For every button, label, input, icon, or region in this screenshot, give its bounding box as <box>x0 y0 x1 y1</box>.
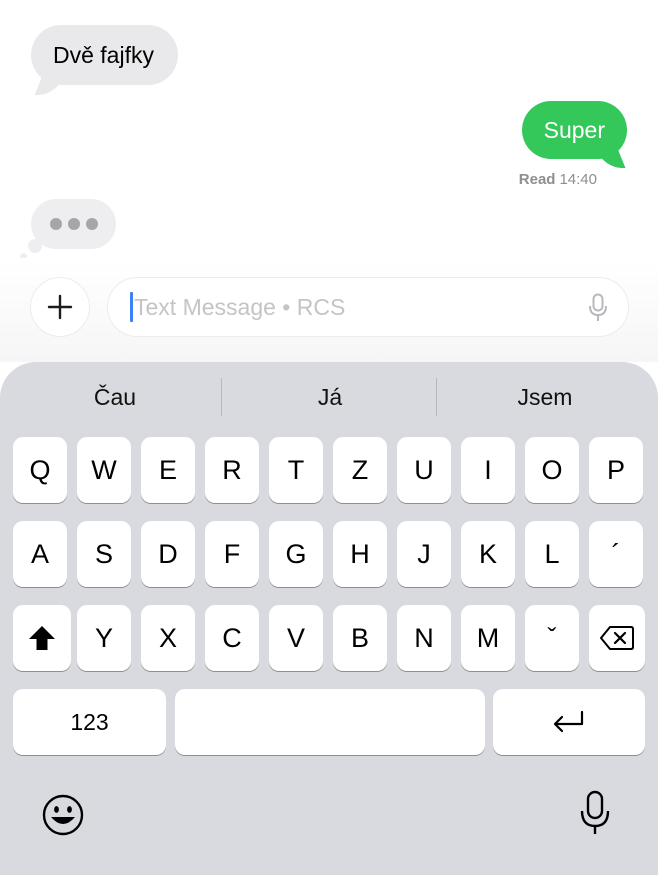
suggestion-2[interactable]: Já <box>222 362 438 432</box>
key-z[interactable]: Z <box>333 437 387 503</box>
typing-dot <box>85 218 98 230</box>
key-n[interactable]: N <box>397 605 451 671</box>
key-i[interactable]: I <box>461 437 515 503</box>
backspace-key[interactable] <box>589 605 645 671</box>
emoji-icon <box>42 794 84 836</box>
incoming-message-text: Dvě fajfky <box>53 41 154 68</box>
key-x[interactable]: X <box>141 605 195 671</box>
backspace-icon <box>600 626 634 650</box>
shift-icon <box>29 626 55 650</box>
keyboard: Čau Já Jsem Q W E R T Z U I O P A S D F … <box>0 362 658 875</box>
key-k[interactable]: K <box>461 521 515 587</box>
key-s[interactable]: S <box>77 521 131 587</box>
key-e[interactable]: E <box>141 437 195 503</box>
key-u[interactable]: U <box>397 437 451 503</box>
return-key[interactable] <box>493 689 645 755</box>
key-c[interactable]: C <box>205 605 259 671</box>
plus-icon <box>47 294 73 320</box>
key-h[interactable]: H <box>333 521 387 587</box>
dictation-button[interactable] <box>588 293 608 328</box>
incoming-bubble-tail <box>34 73 66 95</box>
key-t[interactable]: T <box>269 437 323 503</box>
dictation-key[interactable] <box>579 790 611 841</box>
space-bar[interactable] <box>175 689 485 755</box>
key-d[interactable]: D <box>141 521 195 587</box>
incoming-message-bubble[interactable]: Dvě fajfky <box>31 25 178 95</box>
microphone-icon <box>580 790 610 834</box>
suggestion-bar: Čau Já Jsem <box>0 362 658 432</box>
microphone-icon <box>589 293 607 321</box>
key-q[interactable]: Q <box>13 437 67 503</box>
key-j[interactable]: J <box>397 521 451 587</box>
composer-bar: Text Message • RCS <box>0 258 658 362</box>
shift-key[interactable] <box>13 605 71 671</box>
outgoing-bubble-tail <box>594 146 626 168</box>
key-o[interactable]: O <box>525 437 579 503</box>
key-m[interactable]: M <box>461 605 515 671</box>
text-caret <box>130 292 133 322</box>
outgoing-message-bubble[interactable]: Super <box>521 101 627 168</box>
read-receipt-time: 14:40 <box>559 171 597 188</box>
add-attachment-button[interactable] <box>31 278 89 336</box>
suggestion-1[interactable]: Čau <box>7 362 223 432</box>
key-caron[interactable]: ˇ <box>525 605 579 671</box>
key-y[interactable]: Y <box>77 605 131 671</box>
key-p[interactable]: P <box>589 437 643 503</box>
key-r[interactable]: R <box>205 437 259 503</box>
key-b[interactable]: B <box>333 605 387 671</box>
key-f[interactable]: F <box>205 521 259 587</box>
read-receipt: Read 14:40 <box>519 171 597 188</box>
key-acute-accent[interactable]: ´ <box>589 521 643 587</box>
message-input[interactable]: Text Message • RCS <box>108 278 628 336</box>
typing-dot <box>67 218 80 230</box>
read-receipt-status: Read <box>518 171 556 188</box>
emoji-button[interactable] <box>42 794 84 841</box>
typing-tail-circle <box>28 239 42 253</box>
key-w[interactable]: W <box>77 437 131 503</box>
key-v[interactable]: V <box>269 605 323 671</box>
numbers-key[interactable]: 123 <box>13 689 166 755</box>
typing-indicator <box>20 199 116 260</box>
key-a[interactable]: A <box>13 521 67 587</box>
suggestion-3[interactable]: Jsem <box>437 362 653 432</box>
typing-dot <box>49 218 62 230</box>
key-l[interactable]: L <box>525 521 579 587</box>
return-icon <box>553 710 584 733</box>
message-input-placeholder: Text Message • RCS <box>134 293 346 320</box>
outgoing-message-text: Super <box>543 116 605 143</box>
key-g[interactable]: G <box>269 521 323 587</box>
